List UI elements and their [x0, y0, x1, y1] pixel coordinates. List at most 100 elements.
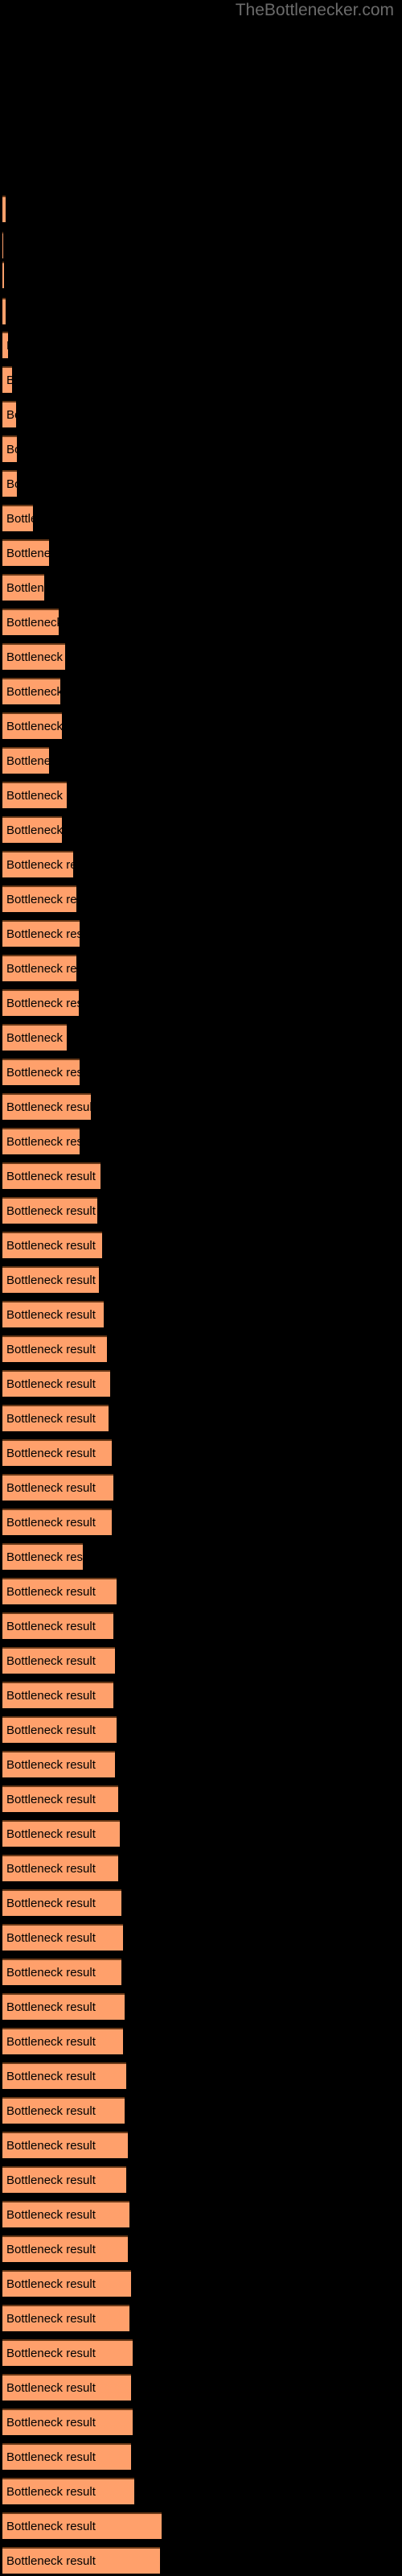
- bar-row[interactable]: Bottleneck result: [2, 2132, 128, 2158]
- bar-row[interactable]: Bottleneck result: [2, 298, 6, 324]
- bar-fill: [2, 2443, 131, 2470]
- bar-row[interactable]: Bottleneck result: [2, 1128, 80, 1154]
- bar-row[interactable]: Bottleneck result: [2, 1266, 99, 1293]
- bar-row[interactable]: Bottleneck result: [2, 1785, 118, 1812]
- bar-fill: [2, 782, 67, 808]
- bar-row[interactable]: Bottleneck result: [2, 643, 65, 670]
- bar-row[interactable]: Bottleneck result: [2, 1959, 121, 1985]
- bar-fill: [2, 1162, 100, 1189]
- bar-row[interactable]: Bottleneck result: [2, 1509, 112, 1535]
- bar-row[interactable]: Bottleneck result: [2, 2339, 133, 2366]
- bar-row[interactable]: Bottleneck result: [2, 2062, 126, 2089]
- bar-fill: [2, 2374, 131, 2401]
- bar-row[interactable]: Bottleneck result: [2, 1232, 102, 1258]
- bar-fill: [2, 1959, 121, 1985]
- bar-row[interactable]: Bottleneck result: [2, 1993, 125, 2020]
- bar-fill: [2, 1232, 102, 1258]
- bar-row[interactable]: Bottleneck result: [2, 782, 67, 808]
- bar-row[interactable]: Bottleneck result: [2, 816, 62, 843]
- bar-fill: [2, 574, 44, 601]
- bar-row[interactable]: Bottleneck result: [2, 2443, 131, 2470]
- bar-fill: [2, 470, 17, 497]
- bar-fill: [2, 1059, 80, 1085]
- bar-fill: [2, 332, 8, 358]
- bar-row[interactable]: Bottleneck result: [2, 1820, 120, 1847]
- bar-fill: [2, 436, 17, 462]
- bar-row[interactable]: Bottleneck result: [2, 678, 60, 704]
- bar-row[interactable]: Bottleneck result: [2, 1889, 121, 1916]
- bar-row[interactable]: Bottleneck result: [2, 1924, 123, 1951]
- bar-row[interactable]: Bottleneck result: [2, 2028, 123, 2054]
- bar-fill: [2, 1924, 123, 1951]
- bar-row[interactable]: Bottleneck result: [2, 712, 62, 739]
- bar-row[interactable]: Bottleneck result: [2, 1751, 115, 1777]
- bar-fill: [2, 1509, 112, 1535]
- bar-row[interactable]: Bottleneck result: [2, 436, 17, 462]
- bar-row[interactable]: Bottleneck result: [2, 1162, 100, 1189]
- bar-row[interactable]: Bottleneck result: [2, 2374, 131, 2401]
- bar-row[interactable]: Bottleneck result: [2, 1474, 113, 1501]
- bar-row[interactable]: Bottleneck result: [2, 505, 33, 531]
- bar-fill: [2, 1751, 115, 1777]
- bar-row[interactable]: Bottleneck result: [2, 574, 44, 601]
- bar-row[interactable]: Bottleneck result: [2, 955, 76, 981]
- bar-row[interactable]: Bottleneck result: [2, 1301, 104, 1327]
- bar-fill: [2, 1197, 97, 1224]
- bar-row[interactable]: Bottleneck result: [2, 1197, 97, 1224]
- bar-row[interactable]: Bottleneck result: [2, 1647, 115, 1674]
- bar-row[interactable]: Bottleneck result: [2, 1543, 83, 1570]
- bar-row[interactable]: Bottleneck result: [2, 1612, 113, 1639]
- bar-row[interactable]: Bottleneck result: [2, 2097, 125, 2124]
- bar-row[interactable]: Bottleneck result: [2, 1405, 109, 1431]
- bar-row[interactable]: Bottleneck result: [2, 2305, 129, 2331]
- bar-row[interactable]: Bottleneck result: [2, 1855, 118, 1881]
- bar-row[interactable]: Bottleneck result: [2, 1682, 113, 1708]
- bar-fill: [2, 1301, 104, 1327]
- bar-row[interactable]: Bottleneck result: [2, 2478, 134, 2504]
- bar-fill: [2, 196, 6, 222]
- bar-row[interactable]: Bottleneck result: [2, 196, 6, 222]
- bar-row[interactable]: Bottleneck result: [2, 2235, 128, 2262]
- bar-row[interactable]: Bottleneck result: [2, 1716, 117, 1743]
- bar-row[interactable]: Bottleneck result: [2, 1093, 91, 1120]
- bar-fill: [2, 1820, 120, 1847]
- bar-row[interactable]: Bottleneck result: [2, 1335, 107, 1362]
- bar-row[interactable]: Bottleneck result: [2, 232, 3, 258]
- bar-fill: [2, 2270, 131, 2297]
- bar-row[interactable]: Bottleneck result: [2, 1024, 67, 1051]
- bar-row[interactable]: Bottleneck result: [2, 332, 8, 358]
- bar-row[interactable]: Bottleneck result: [2, 609, 59, 635]
- bar-row[interactable]: Bottleneck result: [2, 1370, 110, 1397]
- bar-row[interactable]: Bottleneck result: [2, 262, 4, 288]
- bar-fill: [2, 2305, 129, 2331]
- bar-fill: [2, 1855, 118, 1881]
- bar-row[interactable]: Bottleneck result: [2, 1578, 117, 1604]
- bar-row[interactable]: Bottleneck result: [2, 1439, 112, 1466]
- bar-fill: [2, 1370, 110, 1397]
- bar-fill: [2, 1993, 125, 2020]
- bar-row[interactable]: Bottleneck result: [2, 2512, 162, 2539]
- bar-row[interactable]: Bottleneck result: [2, 366, 12, 393]
- bar-row[interactable]: Bottleneck result: [2, 470, 17, 497]
- bar-row[interactable]: Bottleneck result: [2, 2166, 126, 2193]
- bar-row[interactable]: Bottleneck result: [2, 2409, 133, 2435]
- bar-fill: [2, 232, 3, 258]
- bar-row[interactable]: Bottleneck result: [2, 539, 49, 566]
- bar-row[interactable]: Bottleneck result: [2, 851, 73, 877]
- bar-row[interactable]: Bottleneck result: [2, 886, 76, 912]
- bar-fill: [2, 747, 49, 774]
- bar-fill: [2, 1612, 113, 1639]
- bar-row[interactable]: Bottleneck result: [2, 401, 16, 427]
- bar-fill: [2, 2235, 128, 2262]
- bar-fill: [2, 1093, 91, 1120]
- bar-row[interactable]: Bottleneck result: [2, 747, 49, 774]
- bar-fill: [2, 1543, 83, 1570]
- bar-row[interactable]: Bottleneck result: [2, 989, 79, 1016]
- bar-row[interactable]: Bottleneck result: [2, 2270, 131, 2297]
- bar-row[interactable]: Bottleneck result: [2, 920, 80, 947]
- bar-row[interactable]: Bottleneck result: [2, 1059, 80, 1085]
- bar-fill: [2, 2166, 126, 2193]
- bar-row[interactable]: Bottleneck result: [2, 2201, 129, 2227]
- bar-row[interactable]: Bottleneck result: [2, 2547, 160, 2574]
- bar-fill: [2, 1889, 121, 1916]
